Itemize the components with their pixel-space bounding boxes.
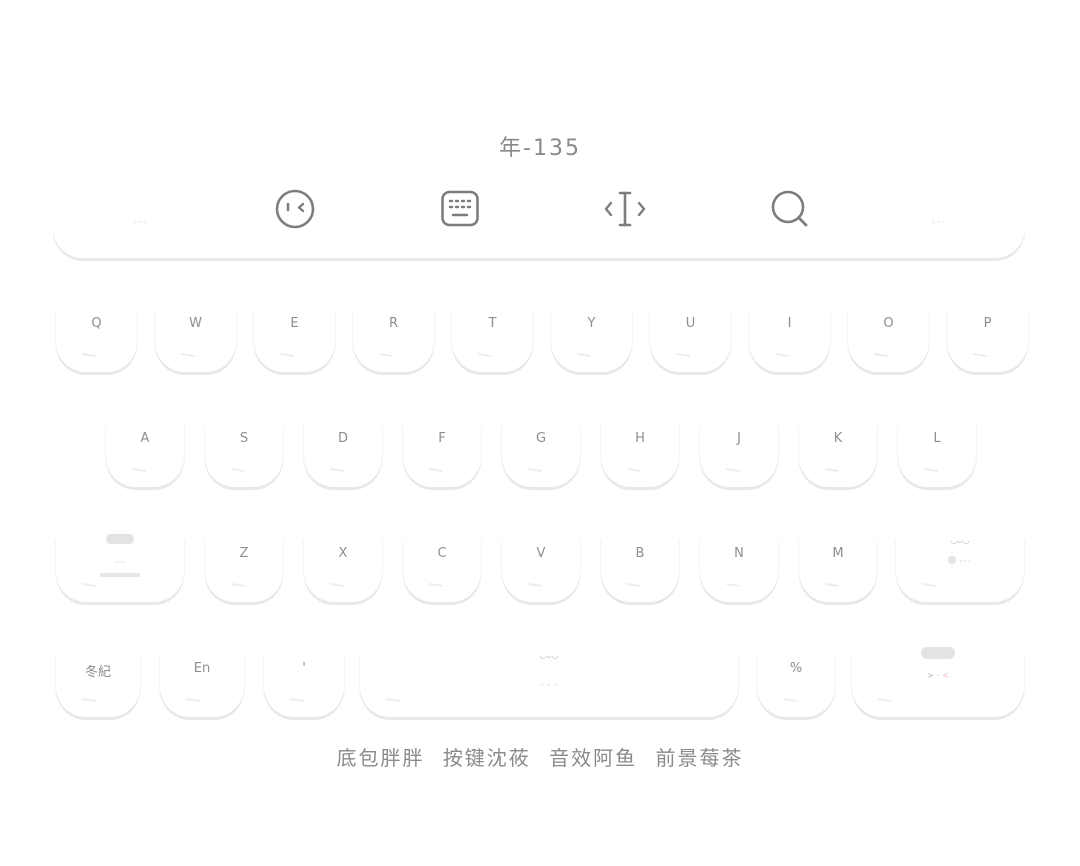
english-key[interactable]: En [160, 655, 244, 717]
key-label: T [488, 316, 497, 331]
theme-title: 年-135 [499, 136, 581, 161]
key-x[interactable]: X [304, 540, 382, 602]
lang-switch-key[interactable]: 冬紀 [56, 655, 140, 717]
search-icon[interactable] [768, 187, 812, 231]
key-label: P [983, 316, 992, 331]
delete-key[interactable]: ◡ᴗ◡ ◦ᵕ◦ [896, 536, 1024, 602]
key-e[interactable]: E [254, 310, 335, 372]
percent-key[interactable]: % [757, 655, 835, 717]
key-label: E [290, 316, 299, 331]
delete-face-deco: ◦ᵕ◦ [896, 556, 1024, 566]
key-label: N [734, 546, 744, 561]
key-label: K [833, 431, 843, 446]
key-label: G [535, 431, 547, 446]
key-a[interactable]: A [106, 425, 184, 487]
key-label: S [239, 431, 249, 446]
key-label: I [787, 316, 792, 331]
bow-deco [56, 534, 184, 546]
key-g[interactable]: G [502, 425, 580, 487]
shift-arms-deco [56, 570, 184, 579]
key-label: Z [239, 546, 249, 561]
key-y[interactable]: Y [551, 310, 632, 372]
credit-keys: 按键沈莜 [442, 746, 531, 770]
key-label: Q [91, 316, 102, 331]
key-b[interactable]: B [601, 540, 679, 602]
text-cursor-icon[interactable] [603, 187, 647, 231]
toolbar-deco-right: ◦ᵕ◦ [931, 218, 947, 227]
key-q[interactable]: Q [56, 310, 137, 372]
key-label: W [189, 316, 202, 331]
key-label: C [437, 546, 447, 561]
space-face-deco: ◦ ᵕ ◦ [540, 681, 558, 690]
key-n[interactable]: N [700, 540, 778, 602]
key-t[interactable]: T [452, 310, 533, 372]
key-label: V [536, 546, 546, 561]
credit-foreground: 前景莓茶 [655, 746, 744, 770]
key-r[interactable]: R [353, 310, 434, 372]
key-label: H [635, 431, 645, 446]
emoji-face-icon[interactable] [273, 187, 317, 231]
enter-key[interactable]: > ᵕ < [852, 647, 1024, 717]
key-label: J [737, 431, 741, 446]
key-label: L [933, 431, 941, 446]
key-f[interactable]: F [403, 425, 481, 487]
comma-key[interactable]: ' [264, 655, 344, 717]
key-label: D [337, 431, 348, 446]
key-label: U [685, 316, 696, 331]
key-d[interactable]: D [304, 425, 382, 487]
shift-key[interactable]: ◦ᵕ◦ [56, 534, 184, 602]
key-k[interactable]: K [799, 425, 877, 487]
key-label: F [438, 431, 446, 446]
key-label: M [832, 546, 844, 561]
enter-hat-deco [852, 647, 1024, 661]
enter-face-deco: > ᵕ < [927, 671, 949, 680]
key-o[interactable]: O [848, 310, 929, 372]
toolbar-deco-left: ◦ᵕ◦ [133, 218, 149, 227]
key-s[interactable]: S [205, 425, 283, 487]
key-label: B [635, 546, 645, 561]
key-u[interactable]: U [650, 310, 731, 372]
key-p[interactable]: P [947, 310, 1028, 372]
key-label: 冬紀 [84, 665, 111, 680]
space-key[interactable]: ◡ᴗ◡ ◦ ᵕ ◦ [360, 651, 738, 717]
keyboard-theme-preview: 年-135 ◦ᵕ◦ ◦ᵕ◦ Q W E R T Y U I O P A S D … [0, 0, 1080, 866]
shift-face-deco: ◦ᵕ◦ [113, 558, 127, 567]
key-h[interactable]: H [601, 425, 679, 487]
key-z[interactable]: Z [205, 540, 283, 602]
keyboard-toolbar: ◦ᵕ◦ ◦ᵕ◦ [53, 178, 1025, 258]
credit-base: 底包胖胖 [336, 746, 425, 770]
key-label: % [789, 661, 803, 676]
keyboard-icon[interactable] [438, 187, 482, 231]
key-m[interactable]: M [799, 540, 877, 602]
key-label: Y [587, 316, 596, 331]
key-i[interactable]: I [749, 310, 830, 372]
key-j[interactable]: J [700, 425, 778, 487]
key-label: R [388, 316, 399, 331]
key-label: X [338, 546, 348, 561]
glasses-deco: ◡ᴗ◡ [950, 536, 970, 545]
key-c[interactable]: C [403, 540, 481, 602]
key-w[interactable]: W [155, 310, 236, 372]
key-v[interactable]: V [502, 540, 580, 602]
key-label: En [193, 661, 211, 676]
key-label: ' [302, 661, 306, 676]
key-label: O [883, 316, 894, 331]
space-glasses-deco: ◡ᴗ◡ [539, 651, 559, 660]
key-l[interactable]: L [898, 425, 976, 487]
theme-credits: 底包胖胖 按键沈莜 音效阿鱼 前景莓茶 [0, 742, 1080, 771]
key-label: A [140, 431, 150, 446]
credit-sound: 音效阿鱼 [549, 746, 638, 770]
